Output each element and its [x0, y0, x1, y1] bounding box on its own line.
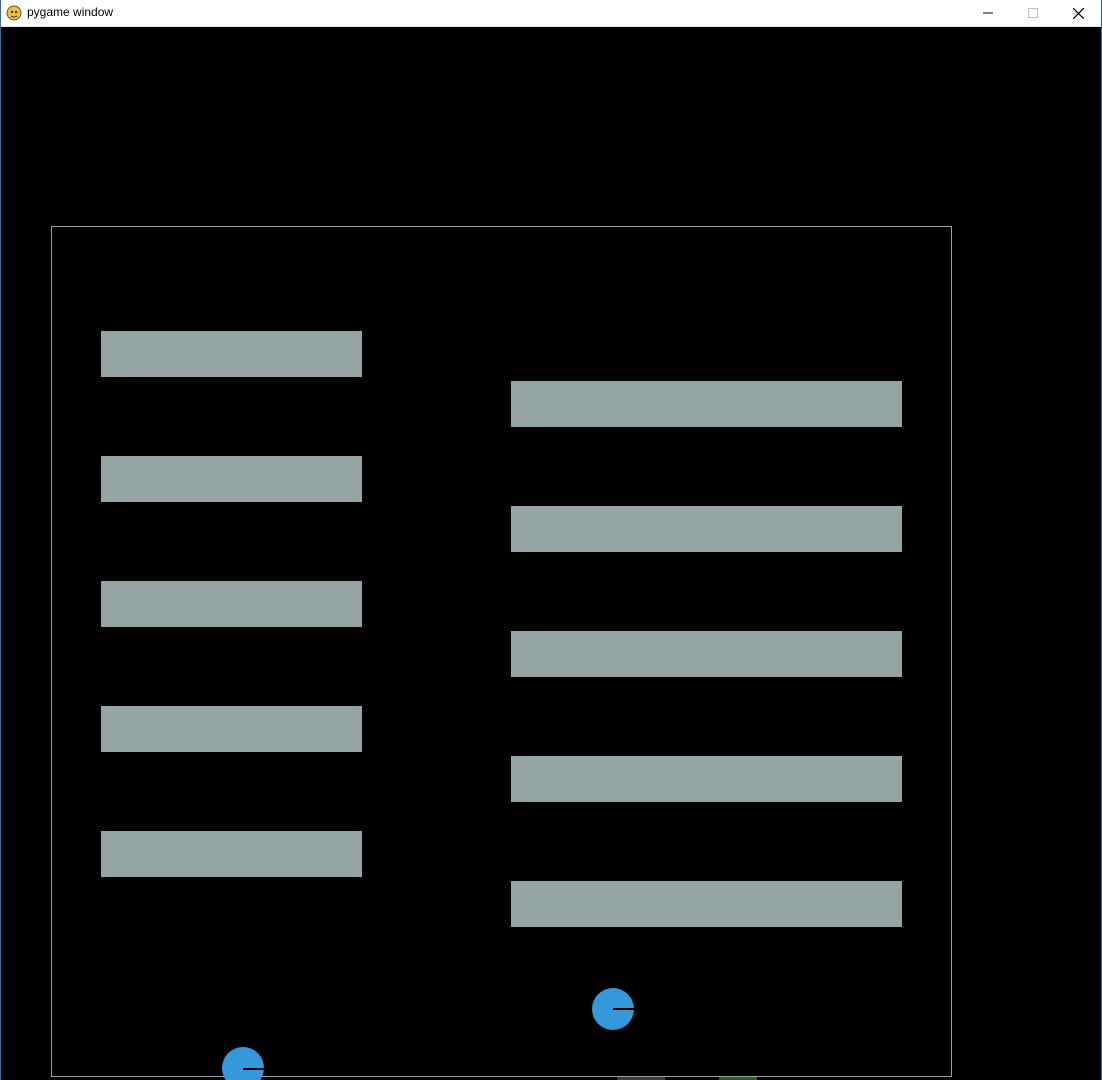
wall-right-2 [511, 506, 902, 552]
pygame-app-icon [6, 5, 22, 21]
minimize-button[interactable] [965, 0, 1011, 26]
wall-left-4 [101, 706, 362, 752]
wall-right-4 [511, 756, 902, 802]
close-icon [1072, 7, 1084, 19]
wall-left-1 [101, 331, 362, 377]
title-bar[interactable]: pygame window [1, 0, 1101, 27]
ball-agent-1 [592, 988, 634, 1030]
maximize-button[interactable] [1010, 0, 1056, 26]
wall-right-1 [511, 381, 902, 427]
minimize-icon [983, 12, 993, 14]
ball-agent-2 [222, 1047, 264, 1080]
wall-left-5 [101, 831, 362, 877]
wall-right-5 [511, 881, 902, 927]
wall-left-2 [101, 456, 362, 502]
wall-left-3 [101, 581, 362, 627]
close-button[interactable] [1055, 0, 1101, 26]
window-title: pygame window [27, 5, 114, 19]
maximize-icon [1028, 8, 1038, 18]
wall-right-3 [511, 631, 902, 677]
